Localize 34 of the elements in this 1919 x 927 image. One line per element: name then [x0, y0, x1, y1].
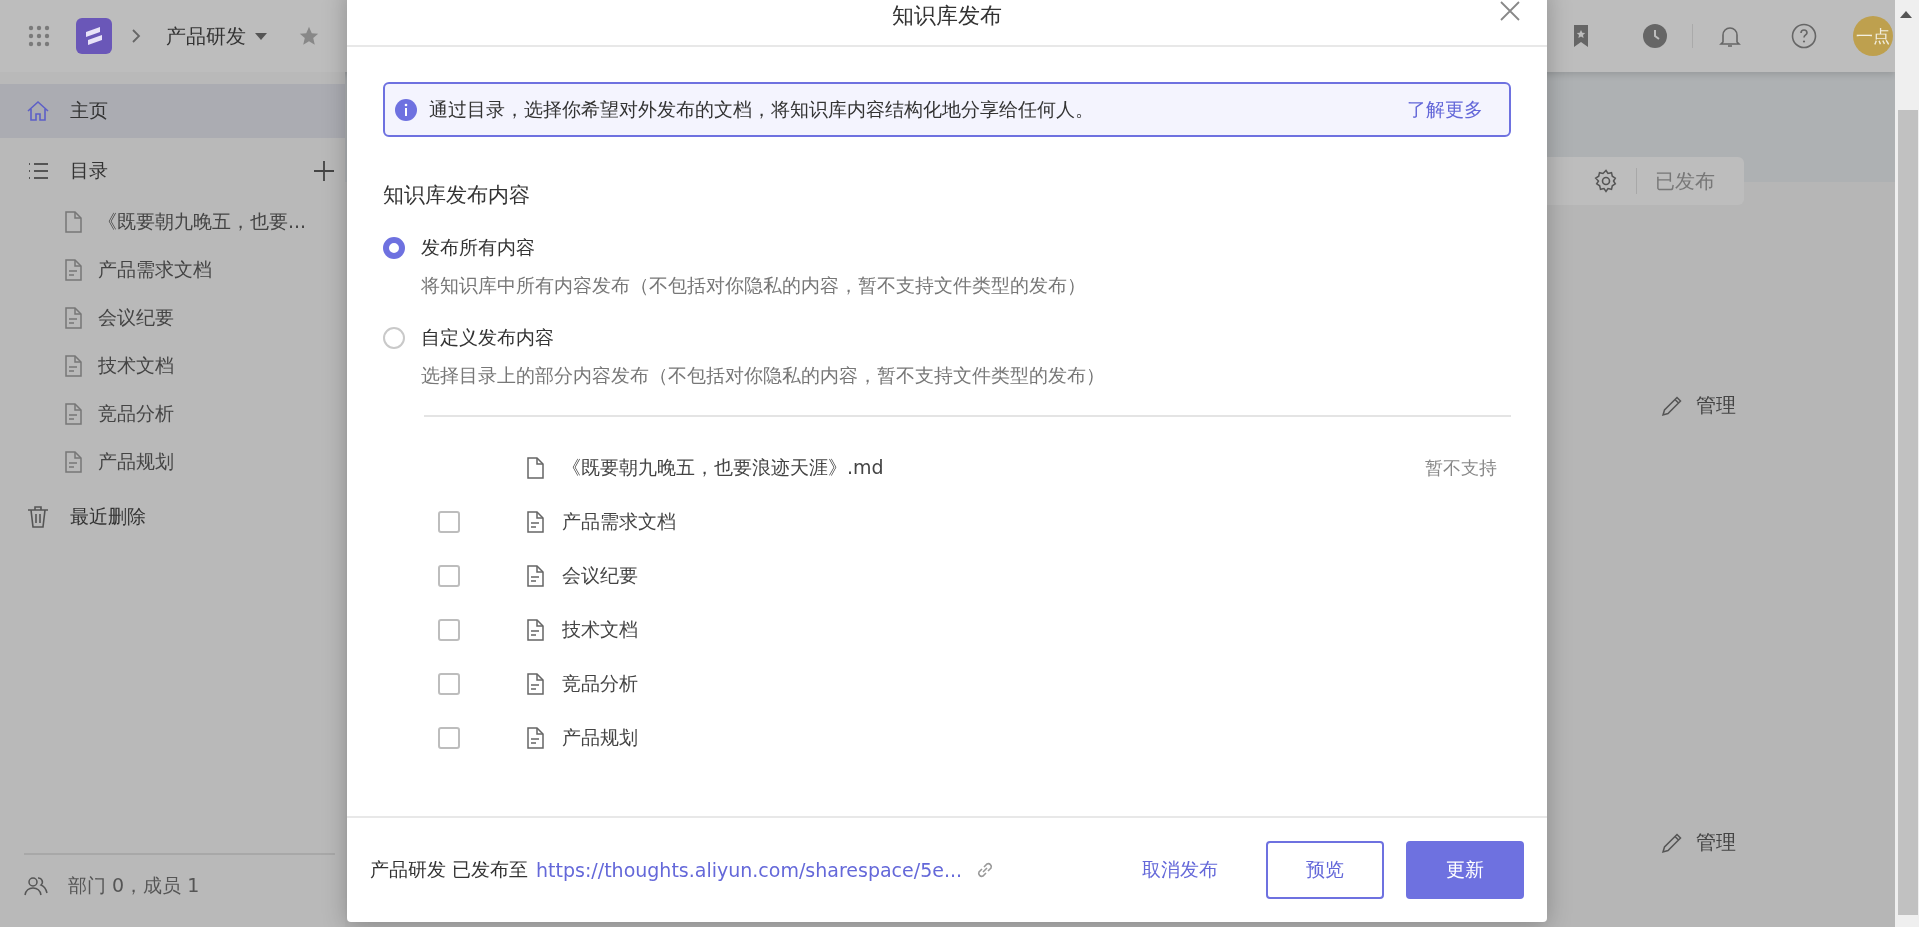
- space-name[interactable]: 产品研发: [166, 22, 246, 50]
- manage-link[interactable]: 管理: [1660, 829, 1736, 856]
- document-name: 会议纪要: [562, 563, 639, 588]
- catalog-item[interactable]: 竞品分析: [0, 390, 345, 438]
- option-description: 选择目录上的部分内容发布（不包括对你隐私的内容，暂不支持文件类型的发布）: [421, 363, 1106, 388]
- document-name: 技术文档: [562, 617, 639, 642]
- home-nav-item[interactable]: 主页: [0, 84, 345, 138]
- share-url-link[interactable]: https://thoughts.aliyun.com/sharespace/5e...: [536, 859, 963, 881]
- update-button[interactable]: 更新: [1406, 841, 1524, 899]
- document-name: 产品需求文档: [562, 509, 677, 534]
- learn-more-link[interactable]: 了解更多: [1407, 96, 1483, 123]
- members-summary: 部门 0，成员 1: [68, 873, 200, 898]
- catalog-item[interactable]: 产品规划: [0, 438, 345, 486]
- preview-button[interactable]: 预览: [1266, 841, 1384, 899]
- info-text: 通过目录，选择你希望对外发布的文档，将知识库内容结构化地分享给任何人。: [429, 96, 1094, 122]
- catalog-label[interactable]: 目录: [70, 158, 108, 184]
- publish-status-text: 产品研发 已发布至: [370, 857, 529, 882]
- unsupported-note: 暂不支持: [1425, 456, 1497, 480]
- dialog-title: 知识库发布: [892, 1, 1002, 30]
- catalog-item[interactable]: 《既要朝九晚五，也要...: [0, 198, 345, 246]
- catalog-item[interactable]: 产品需求文档: [0, 246, 345, 294]
- nav-label: 主页: [70, 98, 108, 123]
- catalog-item[interactable]: 会议纪要: [0, 294, 345, 342]
- manage-link[interactable]: 管理: [1660, 392, 1736, 419]
- document-name: 竞品分析: [562, 671, 639, 696]
- option-description: 将知识库中所有内容发布（不包括对你隐私的内容，暂不支持文件类型的发布）: [421, 273, 1087, 298]
- option-label[interactable]: 自定义发布内容: [421, 325, 554, 351]
- cancel-publish-button[interactable]: 取消发布: [1134, 849, 1226, 891]
- trash-label[interactable]: 最近删除: [70, 504, 146, 530]
- option-label[interactable]: 发布所有内容: [421, 235, 535, 261]
- section-title: 知识库发布内容: [383, 182, 531, 209]
- document-name: 《既要朝九晚五，也要浪迹天涯》.md: [562, 455, 885, 480]
- document-name: 产品规划: [562, 725, 639, 750]
- catalog-item[interactable]: 技术文档: [0, 342, 345, 390]
